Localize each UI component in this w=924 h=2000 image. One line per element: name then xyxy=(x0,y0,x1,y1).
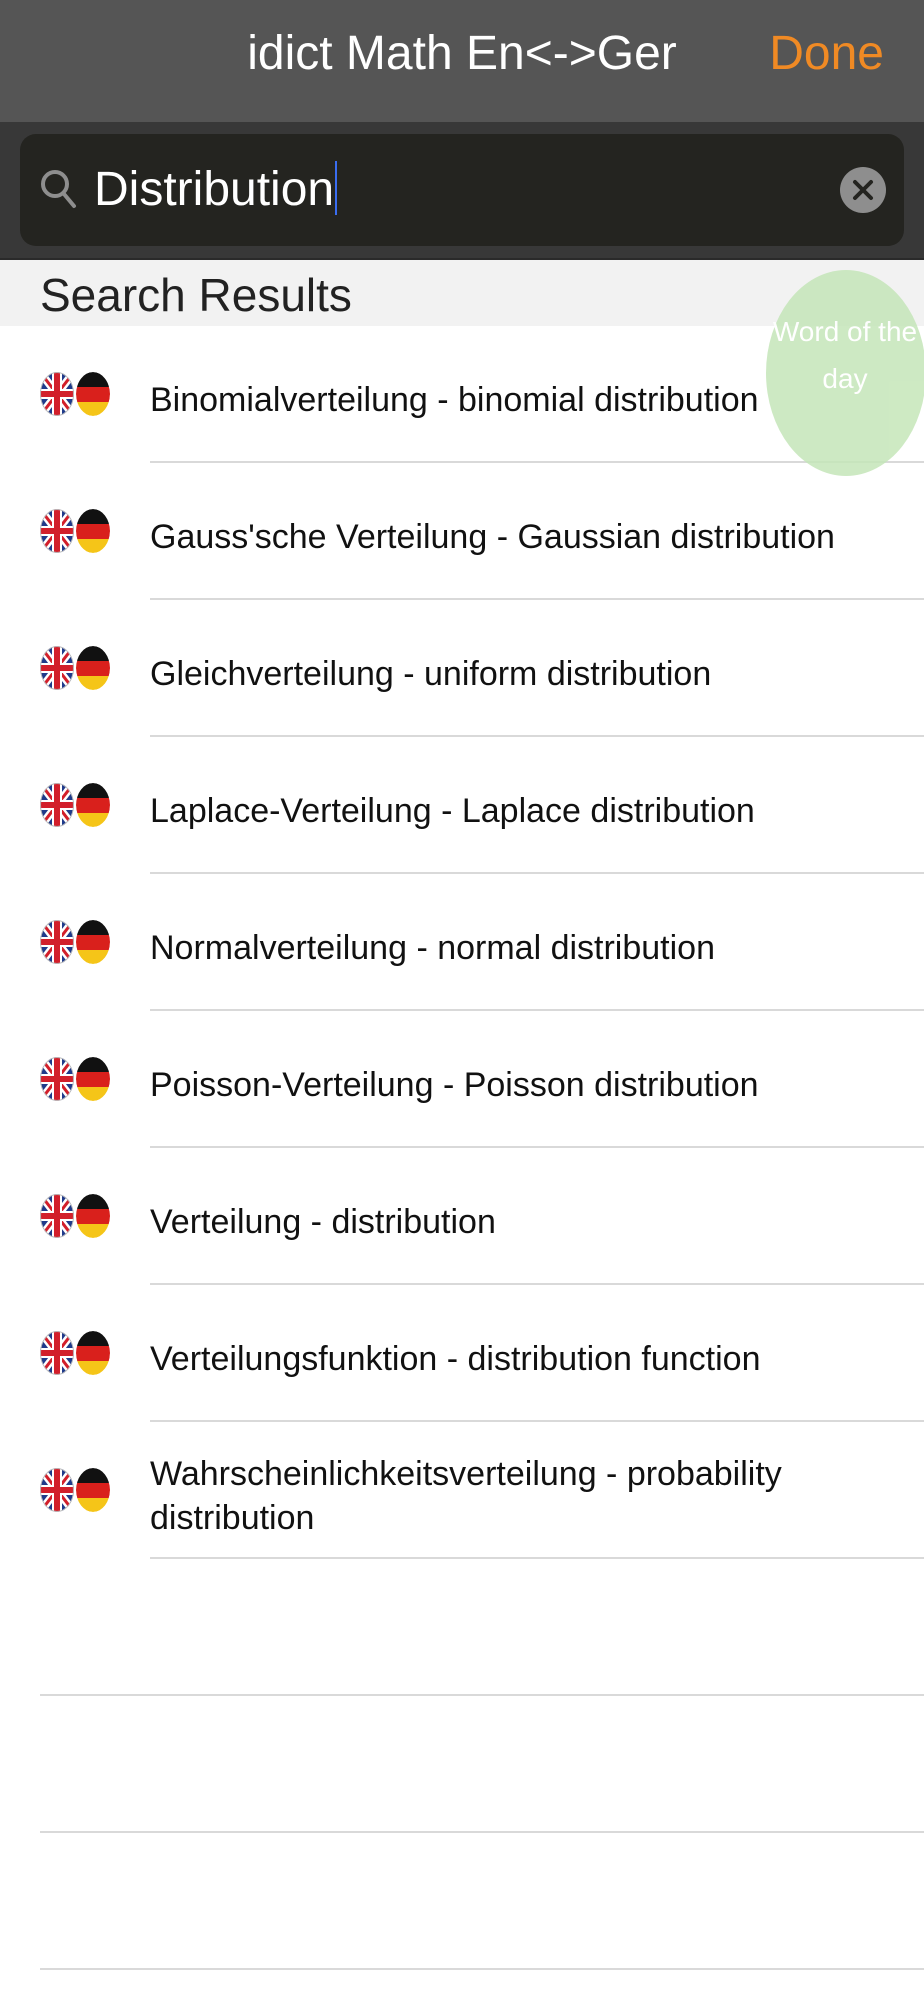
uk-flag-icon xyxy=(40,646,74,690)
result-row[interactable]: Poisson-Verteilung - Poisson distributio… xyxy=(0,1011,924,1148)
uk-flag-icon xyxy=(40,1331,74,1375)
empty-row xyxy=(0,1696,924,1833)
germany-flag-icon xyxy=(76,1468,110,1512)
done-button[interactable]: Done xyxy=(769,24,884,84)
uk-flag-icon xyxy=(40,1194,74,1238)
result-row[interactable]: Verteilung - distribution xyxy=(0,1148,924,1285)
germany-flag-icon xyxy=(76,372,110,416)
uk-flag-icon xyxy=(40,509,74,553)
navigation-bar: idict Math En<->Ger Done xyxy=(0,0,924,122)
search-query-text: Distribution xyxy=(94,163,335,216)
language-flags xyxy=(40,372,114,418)
germany-flag-icon xyxy=(76,1194,110,1238)
search-bar: Distribution xyxy=(0,122,924,260)
search-icon xyxy=(38,166,78,214)
language-flags xyxy=(40,1194,114,1240)
result-label: Normalverteilung - normal distribution xyxy=(150,929,716,967)
empty-row xyxy=(0,1559,924,1696)
result-label: Binomialverteilung - binomial distributi… xyxy=(150,381,759,419)
language-flags xyxy=(40,920,114,966)
language-flags xyxy=(40,646,114,692)
language-flags xyxy=(40,1468,114,1514)
text-cursor xyxy=(335,161,338,215)
result-row[interactable]: Gauss'sche Verteilung - Gaussian distrib… xyxy=(0,463,924,600)
result-row[interactable]: Wahrscheinlichkeitsverteilung - probabil… xyxy=(0,1422,924,1559)
results-list: Binomialverteilung - binomial distributi… xyxy=(0,326,924,1970)
germany-flag-icon xyxy=(76,1331,110,1375)
search-input[interactable]: Distribution xyxy=(20,134,904,246)
germany-flag-icon xyxy=(76,1057,110,1101)
germany-flag-icon xyxy=(76,920,110,964)
screen: idict Math En<->Ger Done Distribution Se… xyxy=(0,0,924,2000)
result-label: Verteilung - distribution xyxy=(150,1203,496,1241)
uk-flag-icon xyxy=(40,1468,74,1512)
result-row[interactable]: Gleichverteilung - uniform distribution xyxy=(0,600,924,737)
result-label: Verteilungsfunktion - distribution funct… xyxy=(150,1340,761,1378)
result-row[interactable]: Laplace-Verteilung - Laplace distributio… xyxy=(0,737,924,874)
language-flags xyxy=(40,783,114,829)
word-of-the-day-label: Word of the day xyxy=(772,316,918,394)
germany-flag-icon xyxy=(76,646,110,690)
result-label: Gauss'sche Verteilung - Gaussian distrib… xyxy=(150,518,835,556)
clear-icon xyxy=(853,180,873,200)
search-query[interactable]: Distribution xyxy=(94,160,338,220)
germany-flag-icon xyxy=(76,783,110,827)
result-row[interactable]: Verteilungsfunktion - distribution funct… xyxy=(0,1285,924,1422)
result-label: Laplace-Verteilung - Laplace distributio… xyxy=(150,792,755,830)
language-flags xyxy=(40,1057,114,1103)
result-label: Wahrscheinlichkeitsverteilung - probabil… xyxy=(150,1455,782,1537)
uk-flag-icon xyxy=(40,783,74,827)
uk-flag-icon xyxy=(40,920,74,964)
result-label: Poisson-Verteilung - Poisson distributio… xyxy=(150,1066,759,1104)
search-results-title: Search Results xyxy=(40,269,352,321)
result-row[interactable]: Normalverteilung - normal distribution xyxy=(0,874,924,1011)
row-divider xyxy=(40,1968,924,1970)
language-flags xyxy=(40,509,114,555)
uk-flag-icon xyxy=(40,1057,74,1101)
uk-flag-icon xyxy=(40,372,74,416)
language-flags xyxy=(40,1331,114,1377)
clear-search-button[interactable] xyxy=(840,167,886,213)
word-of-the-day-button[interactable]: Word of the day xyxy=(766,270,924,476)
result-label: Gleichverteilung - uniform distribution xyxy=(150,655,712,693)
germany-flag-icon xyxy=(76,509,110,553)
empty-row xyxy=(0,1833,924,1970)
